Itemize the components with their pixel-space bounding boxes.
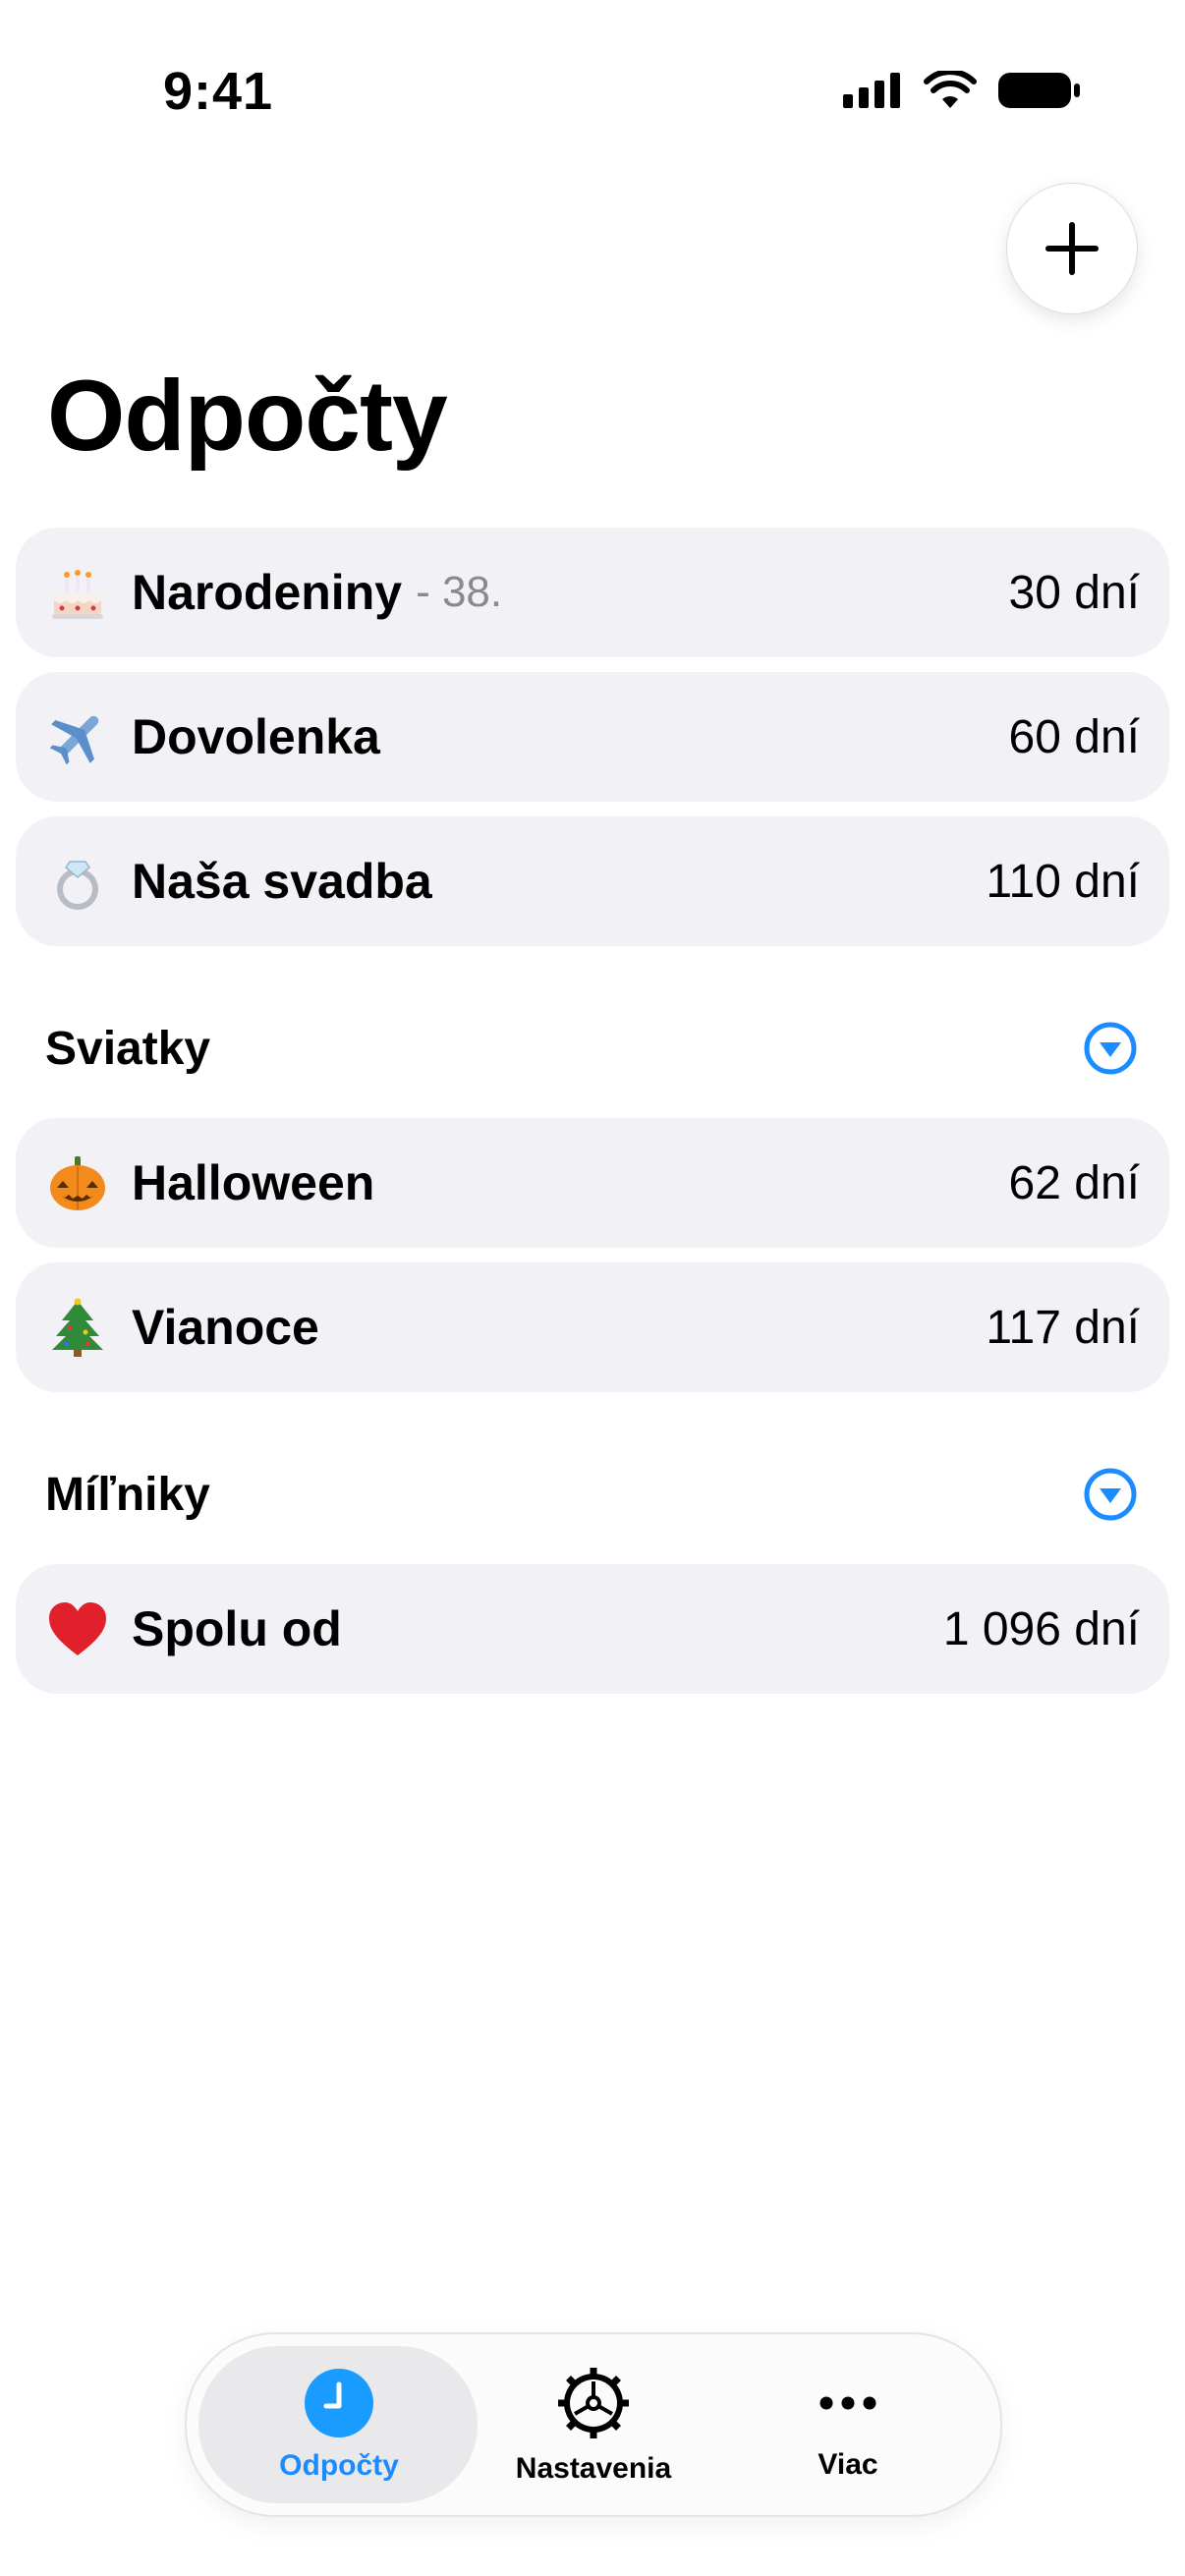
countdown-days: 110 dní	[986, 855, 1140, 908]
tab-more[interactable]: Viac	[715, 2334, 981, 2515]
milestone-title: Spolu od	[132, 1601, 342, 1656]
collapse-toggle-icon[interactable]	[1083, 1021, 1138, 1076]
status-time: 9:41	[163, 62, 274, 121]
countdown-row-christmas[interactable]: Vianoce 117 dní	[16, 1262, 1169, 1392]
christmas-tree-icon	[45, 1295, 110, 1360]
add-countdown-button[interactable]	[1006, 183, 1138, 314]
countdown-subtitle: - 38.	[416, 568, 503, 616]
countdown-row-wedding[interactable]: Naša svadba 110 dní	[16, 816, 1169, 946]
countdown-days: 30 dní	[1008, 566, 1140, 619]
milestone-days: 1 096 dní	[942, 1602, 1140, 1655]
holiday-title: Halloween	[132, 1155, 375, 1210]
clock-icon	[305, 2369, 373, 2437]
tab-countdowns[interactable]: Odpočty	[206, 2334, 472, 2515]
tab-label: Odpočty	[279, 2449, 399, 2482]
section-title: Sviatky	[45, 1022, 211, 1075]
holiday-days: 62 dní	[1008, 1156, 1140, 1209]
collapse-toggle-icon[interactable]	[1083, 1467, 1138, 1522]
cake-icon	[45, 560, 110, 625]
more-icon	[819, 2396, 876, 2410]
page-title: Odpočty	[47, 360, 448, 472]
section-header-milestones[interactable]: Míľniky	[45, 1460, 1138, 1529]
holiday-title: Vianoce	[132, 1300, 319, 1355]
wifi-icon	[924, 71, 977, 108]
gear-icon	[558, 2368, 629, 2438]
status-icons	[843, 71, 1081, 110]
tab-settings[interactable]: Nastavenia	[461, 2334, 726, 2515]
countdown-row-vacation[interactable]: Dovolenka 60 dní	[16, 672, 1169, 802]
heart-icon	[45, 1596, 110, 1661]
pumpkin-icon	[45, 1150, 110, 1215]
section-header-holidays[interactable]: Sviatky	[45, 1014, 1138, 1083]
tab-bar: Odpočty Nastavenia Viac	[185, 2332, 1002, 2517]
countdown-title: Dovolenka	[132, 709, 380, 764]
countdown-row-halloween[interactable]: Halloween 62 dní	[16, 1118, 1169, 1248]
tab-label: Viac	[818, 2448, 878, 2481]
cellular-signal-icon	[843, 73, 900, 108]
countdown-title: Narodeniny	[132, 565, 403, 620]
countdown-title: Naša svadba	[132, 854, 432, 909]
ring-icon	[45, 849, 110, 914]
plus-icon	[1045, 222, 1099, 275]
tab-label: Nastavenia	[515, 2452, 672, 2485]
battery-icon	[998, 73, 1080, 108]
countdown-row-birthday[interactable]: Narodeniny - 38. 30 dní	[16, 528, 1169, 657]
countdown-row-together-since[interactable]: Spolu od 1 096 dní	[16, 1564, 1169, 1694]
holiday-days: 117 dní	[986, 1301, 1140, 1354]
section-title: Míľniky	[45, 1468, 210, 1521]
status-bar: 9:41	[0, 0, 1185, 187]
airplane-icon	[45, 704, 110, 769]
countdown-days: 60 dní	[1008, 710, 1140, 763]
